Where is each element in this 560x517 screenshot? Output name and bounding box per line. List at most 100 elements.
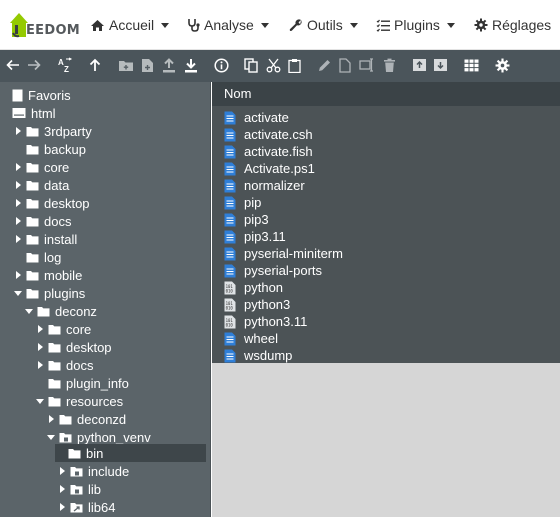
expand-arrow-icon[interactable]: [13, 180, 23, 190]
collapse-arrow-icon[interactable]: [46, 432, 56, 442]
file-row[interactable]: activate.fish: [224, 143, 313, 160]
nav-plugins-label: Plugins: [394, 17, 440, 33]
file-row[interactable]: pyserial-miniterm: [224, 245, 343, 262]
tree-item-deconz-desktop[interactable]: desktop: [35, 338, 112, 356]
file-row[interactable]: Activate.ps1: [224, 160, 315, 177]
tree-item-html[interactable]: html: [12, 104, 56, 122]
file-row[interactable]: 101 010 python3: [224, 296, 290, 313]
upload-button[interactable]: [160, 56, 178, 74]
new-folder-button[interactable]: [117, 56, 135, 74]
expand-arrow-icon[interactable]: [13, 162, 23, 172]
tree-item-deconzd[interactable]: deconzd: [46, 410, 126, 428]
file-row[interactable]: pyserial-ports: [224, 262, 322, 279]
tree-item-plugins[interactable]: plugins: [13, 284, 85, 302]
tree-item-mobile[interactable]: mobile: [13, 266, 82, 284]
file-row[interactable]: wsdump: [224, 347, 292, 364]
tree-item-label: lib64: [88, 499, 116, 515]
expand-arrow-icon[interactable]: [13, 198, 23, 208]
expand-arrow-icon[interactable]: [46, 414, 56, 424]
file-row[interactable]: normalizer: [224, 177, 305, 194]
tree-item-plugin-info[interactable]: plugin_info: [35, 374, 129, 392]
file-row[interactable]: wheel: [224, 330, 278, 347]
tree-item-backup[interactable]: backup: [13, 140, 86, 158]
file-name: activate.csh: [244, 127, 313, 142]
file-row[interactable]: pip3.11: [224, 228, 286, 245]
paste-button[interactable]: [285, 56, 303, 74]
nav-plugins[interactable]: Plugins: [376, 17, 455, 33]
file-row[interactable]: activate: [224, 109, 289, 126]
tree-item-include[interactable]: include: [57, 462, 129, 480]
forward-button[interactable]: [25, 56, 43, 74]
parent-dir-button[interactable]: [86, 56, 104, 74]
file-row[interactable]: 101 010 python: [224, 279, 283, 296]
folder-tree: Favoris html 3rdparty backup core data d…: [0, 82, 211, 517]
tree-item-desktop[interactable]: desktop: [13, 194, 90, 212]
duplicate-button[interactable]: [336, 56, 354, 74]
edit-text-button[interactable]: [358, 56, 376, 74]
svg-text:010: 010: [226, 322, 234, 327]
tree-item-docs[interactable]: docs: [13, 212, 71, 230]
download-button[interactable]: [182, 56, 200, 74]
tree-item-deconz-docs[interactable]: docs: [35, 356, 93, 374]
file-row[interactable]: 101 010 python3.11: [224, 313, 307, 330]
sort-button[interactable]: AZ: [56, 56, 74, 74]
tree-item-core[interactable]: core: [13, 158, 69, 176]
tree-item-resources[interactable]: resources: [35, 392, 123, 410]
info-button[interactable]: [212, 56, 230, 74]
nav-accueil[interactable]: Accueil: [90, 17, 170, 33]
file-name: pip: [244, 195, 262, 210]
expand-arrow-icon[interactable]: [35, 360, 45, 370]
server-icon: [12, 108, 26, 118]
cut-button[interactable]: [264, 56, 282, 74]
rename-button[interactable]: [315, 56, 333, 74]
file-row[interactable]: pip3: [224, 211, 269, 228]
tree-item-log[interactable]: log: [13, 248, 61, 266]
delete-button[interactable]: [380, 56, 398, 74]
folder-open-icon: [48, 396, 61, 406]
expand-arrow-icon[interactable]: [57, 502, 67, 512]
back-button[interactable]: [4, 56, 22, 74]
collapse-arrow-icon[interactable]: [24, 306, 34, 316]
file-name: pyserial-ports: [244, 263, 323, 278]
column-header-name[interactable]: Nom: [212, 82, 560, 106]
file-name: wheel: [244, 331, 278, 346]
expand-arrow-icon[interactable]: [57, 484, 67, 494]
tree-item-deconz-core[interactable]: core: [35, 320, 91, 338]
file-row[interactable]: activate.csh: [224, 126, 313, 143]
collapse-arrow-icon[interactable]: [35, 396, 45, 406]
tree-item-label: mobile: [44, 267, 83, 283]
jeedom-logo[interactable]: EEDOM: [8, 9, 80, 41]
expand-arrow-icon[interactable]: [13, 216, 23, 226]
sort-az-icon: AZ: [58, 57, 73, 73]
nav-outils[interactable]: Outils: [289, 17, 358, 33]
tree-item-label: deconz: [55, 303, 97, 319]
tree-item-3rdparty[interactable]: 3rdparty: [13, 122, 92, 140]
settings-button[interactable]: [493, 56, 511, 74]
expand-arrow-icon[interactable]: [13, 270, 23, 280]
file-row[interactable]: pip: [224, 194, 261, 211]
nav-analyse[interactable]: Analyse: [188, 17, 269, 33]
tree-item-favorites[interactable]: Favoris: [12, 86, 71, 104]
archive-button[interactable]: [410, 56, 428, 74]
copy-button[interactable]: [242, 56, 260, 74]
file-name: Activate.ps1: [244, 161, 315, 176]
binary-file-icon: 101010: [224, 315, 236, 328]
tree-item-bin[interactable]: bin: [55, 444, 206, 462]
expand-arrow-icon[interactable]: [35, 324, 45, 334]
new-file-button[interactable]: [138, 56, 156, 74]
extract-button[interactable]: [431, 56, 449, 74]
tree-item-label: desktop: [44, 195, 90, 211]
view-button[interactable]: [462, 56, 480, 74]
tree-item-data[interactable]: data: [13, 176, 69, 194]
tree-item-lib[interactable]: lib: [57, 480, 101, 498]
collapse-arrow-icon[interactable]: [13, 288, 23, 298]
expand-arrow-icon[interactable]: [57, 466, 67, 476]
file-name: activate: [244, 110, 289, 125]
tree-item-lib64[interactable]: lib64: [57, 498, 115, 516]
expand-arrow-icon[interactable]: [13, 234, 23, 244]
tree-item-install[interactable]: install: [13, 230, 77, 248]
expand-arrow-icon[interactable]: [35, 342, 45, 352]
nav-reglages[interactable]: Réglages: [474, 17, 551, 33]
tree-item-deconz[interactable]: deconz: [24, 302, 97, 320]
expand-arrow-icon[interactable]: [13, 126, 23, 136]
